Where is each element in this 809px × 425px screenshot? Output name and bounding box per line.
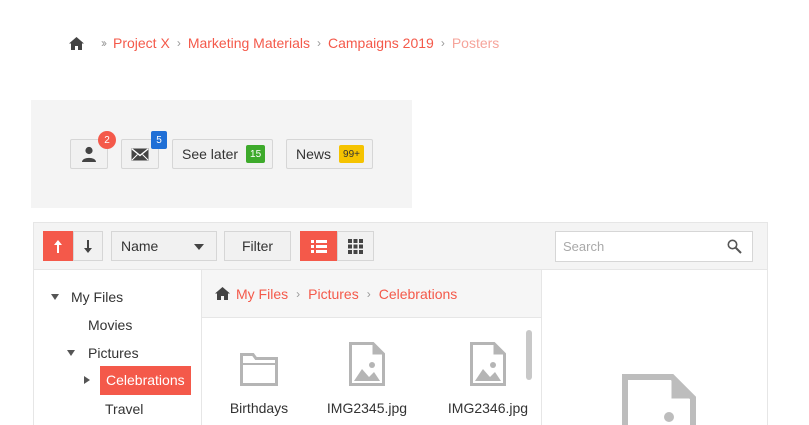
chevron-double-icon: ›› — [101, 36, 107, 50]
image-file-icon — [622, 374, 696, 425]
user-icon — [82, 146, 96, 162]
tree-item-my-files[interactable]: My Files — [51, 283, 123, 311]
breadcrumb-link-project[interactable]: Project X — [113, 35, 170, 51]
file-tile-folder[interactable]: Birthdays — [204, 330, 314, 425]
file-name: IMG2346.jpg — [447, 400, 529, 416]
sort-ascending-button[interactable] — [43, 231, 73, 261]
filter-button[interactable]: Filter — [224, 231, 291, 261]
tree-item-label: Travel — [105, 401, 144, 417]
breadcrumb-link-marketing[interactable]: Marketing Materials — [188, 35, 310, 51]
chevron-right-icon: › — [176, 36, 181, 50]
sort-descending-button[interactable] — [73, 231, 103, 261]
breadcrumb-link-campaigns[interactable]: Campaigns 2019 — [328, 35, 434, 51]
file-tile-image[interactable]: IMG2345.jpg — [312, 330, 422, 425]
see-later-button[interactable]: See later 15 — [172, 139, 273, 169]
filter-label: Filter — [241, 238, 274, 254]
image-file-icon — [349, 342, 385, 386]
list-view-icon — [310, 239, 327, 253]
search-icon[interactable] — [727, 239, 742, 254]
folder-icon — [240, 353, 278, 386]
user-count-badge: 2 — [98, 131, 116, 149]
see-later-count-badge: 15 — [246, 145, 266, 163]
breadcrumb-current: Posters — [451, 35, 500, 51]
content-breadcrumb-link-pictures[interactable]: Pictures — [308, 286, 359, 302]
search-box — [555, 231, 753, 262]
home-icon[interactable] — [69, 35, 85, 51]
mail-icon — [131, 147, 149, 160]
file-manager-toolbar: Name Filter — [34, 223, 767, 270]
tree-item-travel[interactable]: Travel — [105, 395, 143, 423]
home-icon[interactable] — [215, 287, 230, 300]
file-manager: Name Filter My Files Movies Pictures — [33, 222, 768, 425]
tree-item-label-selected: Celebrations — [100, 365, 191, 395]
see-later-label: See later — [182, 146, 239, 162]
preview-panel — [542, 270, 767, 425]
chevron-right-icon: › — [366, 286, 371, 301]
file-name: Birthdays — [229, 400, 289, 416]
chevron-down-icon — [194, 244, 204, 250]
file-list: My Files › Pictures › Celebrations Birth… — [202, 270, 542, 425]
breadcrumb: ›› Project X › Marketing Materials › Cam… — [69, 33, 499, 53]
user-button[interactable]: 2 — [70, 131, 116, 169]
tree-item-celebrations[interactable]: Celebrations — [84, 365, 191, 395]
tree-item-movies[interactable]: Movies — [88, 311, 132, 339]
news-label: News — [296, 146, 332, 162]
list-view-button[interactable] — [300, 231, 337, 261]
mail-button[interactable]: 5 — [121, 131, 167, 169]
news-count-badge: 99+ — [339, 145, 364, 163]
sort-field-select[interactable]: Name — [111, 231, 217, 261]
tree-item-label: Movies — [88, 317, 133, 333]
caret-down-icon[interactable] — [51, 294, 59, 300]
badge-toolbar: 2 5 See later 15 News 99+ — [31, 100, 412, 208]
chevron-right-icon: › — [296, 286, 301, 301]
folder-tree: My Files Movies Pictures Celebrations Tr… — [34, 270, 202, 425]
vertical-scrollbar[interactable] — [526, 330, 532, 380]
file-name: IMG2345.jpg — [326, 400, 408, 416]
caret-down-icon[interactable] — [67, 350, 75, 356]
grid-view-button[interactable] — [337, 231, 374, 261]
mail-count-badge: 5 — [151, 131, 167, 149]
sort-field-value: Name — [121, 238, 159, 254]
chevron-right-icon: › — [316, 36, 321, 50]
grid-view-icon — [348, 238, 363, 254]
tree-item-label: My Files — [71, 289, 124, 305]
chevron-right-icon: › — [440, 36, 445, 50]
image-file-icon — [470, 342, 506, 386]
news-button[interactable]: News 99+ — [286, 139, 373, 169]
search-input[interactable] — [556, 232, 716, 261]
content-breadcrumb-link-my-files[interactable]: My Files — [236, 286, 288, 302]
tree-item-label: Pictures — [88, 345, 139, 361]
arrow-down-icon — [84, 239, 92, 253]
content-breadcrumb-link-celebrations[interactable]: Celebrations — [379, 286, 458, 302]
caret-right-icon[interactable] — [84, 376, 90, 384]
content-breadcrumb: My Files › Pictures › Celebrations — [202, 270, 541, 318]
tree-item-pictures[interactable]: Pictures — [67, 339, 139, 367]
arrow-up-icon — [54, 239, 62, 253]
